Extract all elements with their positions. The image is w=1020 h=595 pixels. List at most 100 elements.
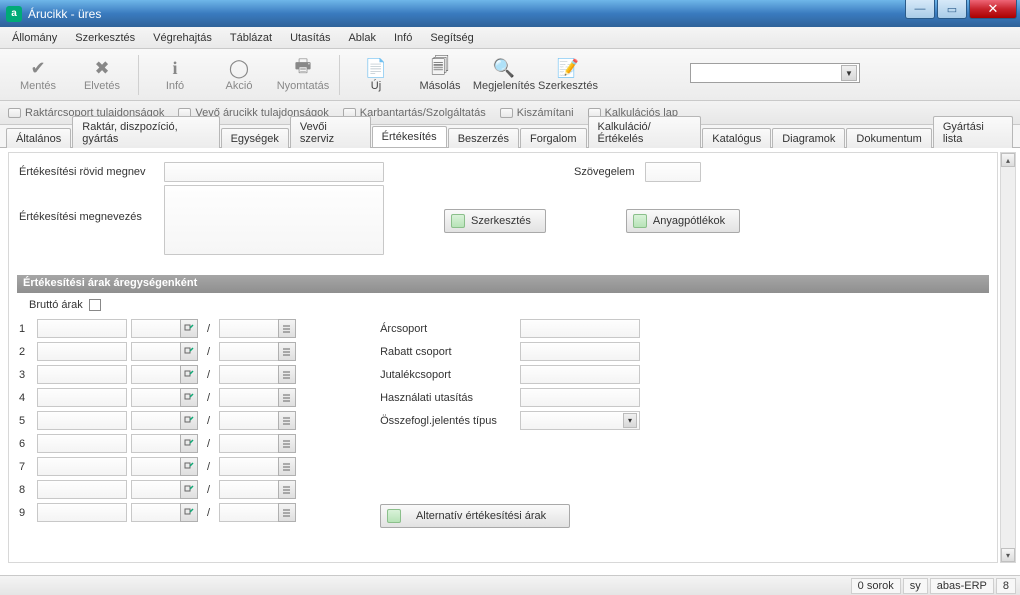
menu-ablak[interactable]: Ablak <box>340 29 384 47</box>
toolbar-print-button[interactable]: 🖶 Nyomtatás <box>271 51 335 99</box>
price-input[interactable] <box>37 411 127 430</box>
lookup-button[interactable] <box>180 411 198 430</box>
menu-utasitas[interactable]: Utasítás <box>282 29 338 47</box>
unit-input[interactable] <box>131 503 181 522</box>
name-textarea[interactable] <box>164 185 384 255</box>
tab-raktar[interactable]: Raktár, diszpozíció, gyártás <box>72 116 219 148</box>
edit-text-button[interactable]: Szerkesztés <box>444 209 546 233</box>
toolbar-action-button[interactable]: ◯ Akció <box>207 51 271 99</box>
unit-input[interactable] <box>131 388 181 407</box>
tab-katalogus[interactable]: Katalógus <box>702 128 771 148</box>
list-button[interactable] <box>278 319 296 338</box>
list-button[interactable] <box>278 342 296 361</box>
rabatt-input[interactable] <box>520 342 640 361</box>
lookup-button[interactable] <box>180 319 198 338</box>
list-button[interactable] <box>278 457 296 476</box>
tab-egysegek[interactable]: Egységek <box>221 128 289 148</box>
unit-input[interactable] <box>131 480 181 499</box>
per-input[interactable] <box>219 319 279 338</box>
list-button[interactable] <box>278 365 296 384</box>
lookup-button[interactable] <box>180 457 198 476</box>
price-input[interactable] <box>37 388 127 407</box>
unit-input[interactable] <box>131 319 181 338</box>
toolbar-edit-button[interactable]: 📝 Szerkesztés <box>536 51 600 99</box>
toolbar-save-button[interactable]: ✔ Mentés <box>6 51 70 99</box>
per-input[interactable] <box>219 388 279 407</box>
vertical-scrollbar[interactable]: ▴ ▾ <box>1000 152 1016 563</box>
lookup-button[interactable] <box>180 342 198 361</box>
alternativ-arak-button[interactable]: Alternatív értékesítési árak <box>380 504 570 528</box>
edit-icon: 📝 <box>557 58 579 80</box>
unit-input[interactable] <box>131 342 181 361</box>
scroll-up-icon[interactable]: ▴ <box>1001 153 1015 167</box>
list-button[interactable] <box>278 503 296 522</box>
tab-beszerzes[interactable]: Beszerzés <box>448 128 519 148</box>
price-input[interactable] <box>37 457 127 476</box>
list-button[interactable] <box>278 434 296 453</box>
window-close-button[interactable]: ✕ <box>969 0 1017 19</box>
list-button[interactable] <box>278 388 296 407</box>
tab-diagramok[interactable]: Diagramok <box>772 128 845 148</box>
tab-forgalom[interactable]: Forgalom <box>520 128 586 148</box>
action-icon: ◯ <box>228 58 250 80</box>
unit-input[interactable] <box>131 411 181 430</box>
per-input[interactable] <box>219 342 279 361</box>
menu-tablazat[interactable]: Táblázat <box>222 29 280 47</box>
tab-gyartasi-lista[interactable]: Gyártási lista <box>933 116 1013 148</box>
toolbar-combo[interactable]: ▼ <box>690 63 860 83</box>
window-maximize-button[interactable]: ▭ <box>937 0 967 19</box>
hasznalati-input[interactable] <box>520 388 640 407</box>
lookup-button[interactable] <box>180 365 198 384</box>
arcsoport-input[interactable] <box>520 319 640 338</box>
szovegelem-input[interactable] <box>645 162 701 182</box>
short-name-input[interactable] <box>164 162 384 182</box>
per-input[interactable] <box>219 434 279 453</box>
tab-dokumentum[interactable]: Dokumentum <box>846 128 931 148</box>
toolbar-info-button[interactable]: i Infó <box>143 51 207 99</box>
menu-info[interactable]: Infó <box>386 29 420 47</box>
brutto-checkbox[interactable]: Bruttó árak <box>29 299 987 311</box>
osszefogl-select[interactable]: ▾ <box>520 411 640 430</box>
menu-bar: Állomány Szerkesztés Végrehajtás Tábláza… <box>0 27 1020 49</box>
per-input[interactable] <box>219 503 279 522</box>
menu-allomany[interactable]: Állomány <box>4 29 65 47</box>
anyagpotlekok-button[interactable]: Anyagpótlékok <box>626 209 740 233</box>
per-input[interactable] <box>219 457 279 476</box>
price-input[interactable] <box>37 503 127 522</box>
scroll-down-icon[interactable]: ▾ <box>1001 548 1015 562</box>
list-button[interactable] <box>278 480 296 499</box>
menu-vegrehajtas[interactable]: Végrehajtás <box>145 29 220 47</box>
toolbar-view-button[interactable]: 🔍 Megjelenítés <box>472 51 536 99</box>
lookup-button[interactable] <box>180 434 198 453</box>
unit-input[interactable] <box>131 365 181 384</box>
per-input[interactable] <box>219 365 279 384</box>
link-kiszamitani[interactable]: Kiszámítani <box>500 107 574 119</box>
menu-szerkesztes[interactable]: Szerkesztés <box>67 29 143 47</box>
szovegelem-label: Szövegelem <box>574 166 635 178</box>
unit-input[interactable] <box>131 457 181 476</box>
toolbar-copy-button[interactable]: 🗐 Másolás <box>408 51 472 99</box>
price-input[interactable] <box>37 342 127 361</box>
tab-altalanos[interactable]: Általános <box>6 128 71 148</box>
price-input[interactable] <box>37 434 127 453</box>
toolbar-new-button[interactable]: 📄 Új <box>344 51 408 99</box>
lookup-button[interactable] <box>180 503 198 522</box>
window-minimize-button[interactable]: — <box>905 0 935 19</box>
per-input[interactable] <box>219 480 279 499</box>
list-button[interactable] <box>278 411 296 430</box>
slash: / <box>202 369 215 381</box>
lookup-button[interactable] <box>180 480 198 499</box>
menu-segitseg[interactable]: Segítség <box>422 29 481 47</box>
price-rows: 1/2/3/4/5/6/7/8/9/ <box>19 317 296 527</box>
toolbar-discard-button[interactable]: ✖ Elvetés <box>70 51 134 99</box>
lookup-button[interactable] <box>180 388 198 407</box>
tab-ertekesites[interactable]: Értékesítés <box>372 126 447 147</box>
per-input[interactable] <box>219 411 279 430</box>
price-input[interactable] <box>37 319 127 338</box>
unit-input[interactable] <box>131 434 181 453</box>
price-input[interactable] <box>37 365 127 384</box>
tab-vevoi-szerviz[interactable]: Vevői szerviz <box>290 116 371 148</box>
jutalek-input[interactable] <box>520 365 640 384</box>
price-input[interactable] <box>37 480 127 499</box>
tab-kalkulacio[interactable]: Kalkuláció/Értékelés <box>588 116 702 148</box>
